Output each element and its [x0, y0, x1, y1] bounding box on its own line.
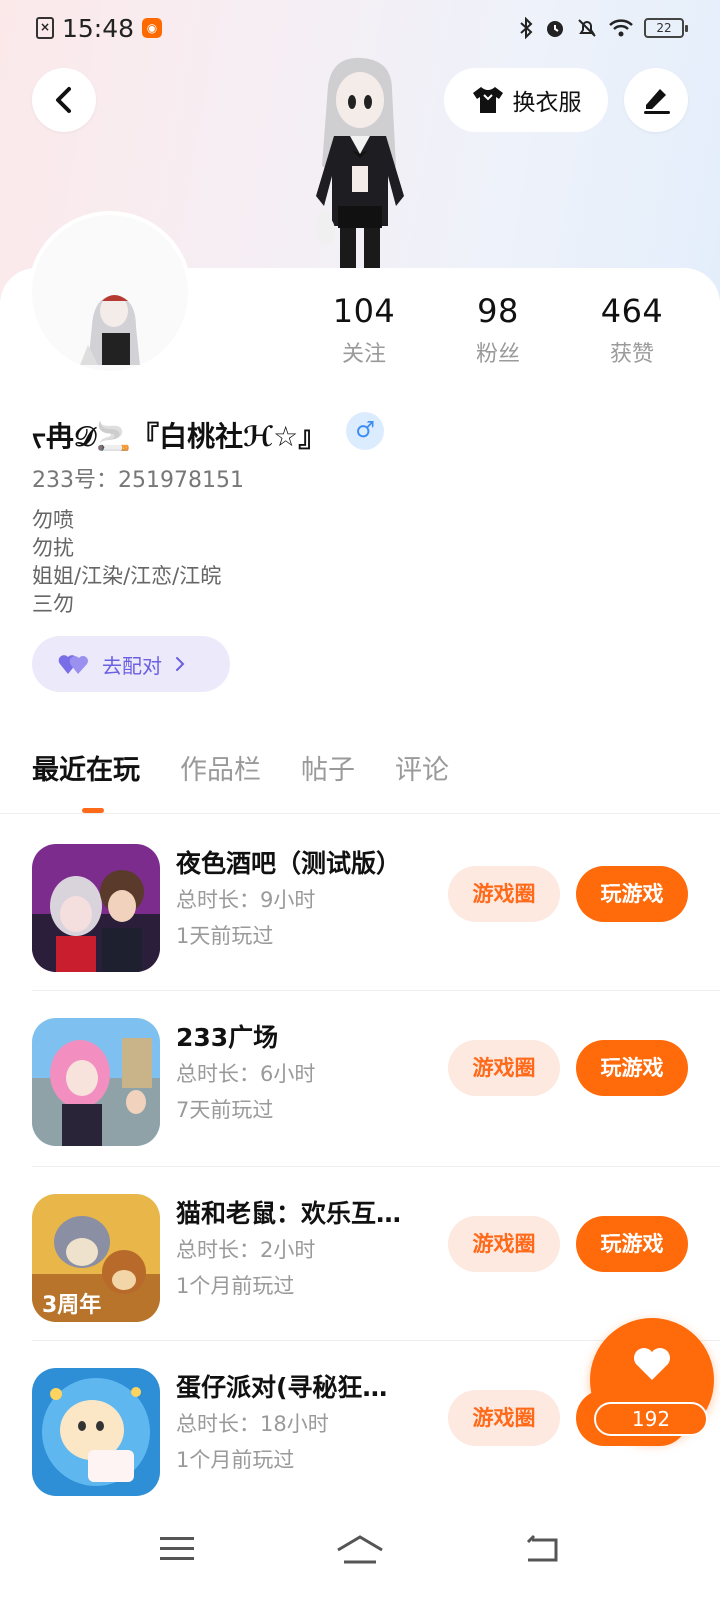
followers-count: 98 [477, 292, 519, 330]
menu-icon [160, 1537, 194, 1560]
bio-line: 勿喷 [32, 508, 74, 532]
bio: 勿喷 勿扰 姐姐/江染/江恋/江皖 三勿 [32, 506, 221, 618]
game-name: 猫和老鼠：欢乐互… [176, 1199, 402, 1228]
back-nav-button[interactable] [524, 1534, 560, 1568]
game-circle-button[interactable]: 游戏圈 [448, 1216, 560, 1272]
following-stat[interactable]: 104 关注 [304, 292, 424, 368]
status-time: 15:48 [62, 13, 135, 43]
edit-profile-button[interactable] [624, 68, 688, 132]
alarm-icon [547, 21, 563, 37]
svg-text:3周年: 3周年 [42, 1292, 101, 1318]
tab-posts[interactable]: 帖子 [301, 748, 355, 787]
likes-label: 获赞 [609, 342, 654, 367]
game-last-played: 1天前玩过 [176, 924, 274, 948]
game-thumbnail[interactable] [32, 1368, 160, 1496]
game-name: 蛋仔派对(寻秘狂… [176, 1373, 388, 1402]
likes-stat[interactable]: 464 获赞 [572, 292, 692, 368]
username: ᡕ冉𝒟🚬『白桃社ℋ☆』 [32, 420, 327, 453]
followers-stat[interactable]: 98 粉丝 [438, 292, 558, 368]
pair-button[interactable]: 去配对 [32, 636, 230, 692]
bio-line: 姐姐/江染/江恋/江皖 [32, 564, 222, 588]
username-row: ᡕ冉𝒟🚬『白桃社ℋ☆』 ♂ [32, 406, 385, 455]
game-duration: 总时长：18小时 [176, 1412, 329, 1436]
game-circle-button[interactable]: 游戏圈 [448, 1040, 560, 1096]
chevron-left-icon [56, 87, 71, 113]
following-count: 104 [332, 292, 396, 330]
change-outfit-label: 换衣服 [512, 90, 582, 116]
game-duration: 总时长：9小时 [176, 888, 316, 912]
tab-recently-played[interactable]: 最近在玩 [32, 748, 140, 787]
user-id[interactable]: 233号：251978151 [32, 462, 244, 494]
game-last-played: 7天前玩过 [176, 1098, 274, 1122]
game-name: 233广场 [176, 1023, 279, 1052]
game-duration: 总时长：6小时 [176, 1062, 316, 1086]
bluetooth-icon [520, 17, 533, 39]
profile-tabs: 最近在玩 作品栏 帖子 评论 [32, 748, 449, 787]
game-list-item[interactable]: 3周年 猫和老鼠：欢乐互… 总时长：2小时 1个月前玩过 游戏圈 玩游戏 [0, 1178, 720, 1354]
back-arrow-icon [526, 1534, 558, 1562]
home-icon [337, 1535, 383, 1564]
game-duration: 总时长：2小时 [176, 1238, 316, 1262]
row-divider [32, 990, 720, 991]
tabs-divider [0, 813, 720, 814]
pen-icon [644, 89, 670, 114]
pair-button-label: 去配对 [102, 653, 162, 678]
game-name: 夜色酒吧（测试版） [176, 849, 402, 878]
likes-count: 464 [600, 292, 664, 330]
following-label: 关注 [341, 342, 386, 367]
play-game-button[interactable]: 玩游戏 [576, 1040, 688, 1096]
game-circle-button[interactable]: 游戏圈 [448, 1390, 560, 1446]
avatar[interactable] [32, 215, 188, 371]
tshirt-icon [472, 87, 503, 113]
chevron-right-icon [176, 657, 185, 671]
gender-male-icon: ♂ [346, 411, 385, 450]
double-heart-icon [58, 655, 88, 674]
bio-line: 三勿 [32, 592, 74, 616]
tab-works[interactable]: 作品栏 [180, 748, 261, 787]
system-nav-bar [0, 1516, 720, 1600]
back-button[interactable] [32, 68, 96, 132]
game-last-played: 1个月前玩过 [176, 1274, 295, 1298]
heart-icon [634, 1348, 670, 1380]
sim-card-icon: × [36, 17, 54, 39]
game-thumbnail[interactable] [32, 844, 160, 972]
row-divider [32, 1166, 720, 1167]
tab-comments[interactable]: 评论 [395, 748, 449, 787]
mute-icon [578, 19, 596, 37]
change-outfit-button[interactable]: 换衣服 [444, 68, 608, 132]
menu-nav-button[interactable] [160, 1534, 194, 1568]
status-bar: × 15:48 ◉ 22 [0, 0, 720, 56]
like-count: 192 [594, 1402, 708, 1436]
game-list-item[interactable]: 233广场 总时长：6小时 7天前玩过 游戏圈 玩游戏 [0, 1002, 720, 1178]
game-thumbnail[interactable]: 3周年 [32, 1194, 160, 1322]
bio-line: 勿扰 [32, 536, 74, 560]
game-thumbnail[interactable] [32, 1018, 160, 1146]
game-list-item[interactable]: 夜色酒吧（测试版） 总时长：9小时 1天前玩过 游戏圈 玩游戏 [0, 828, 720, 1004]
battery-indicator: 22 [644, 18, 688, 38]
avatar-character-figure [292, 56, 428, 268]
app-notification-icon: ◉ [142, 18, 163, 38]
game-last-played: 1个月前玩过 [176, 1448, 295, 1472]
play-game-button[interactable]: 玩游戏 [576, 866, 688, 922]
home-nav-button[interactable] [336, 1534, 384, 1570]
game-circle-button[interactable]: 游戏圈 [448, 866, 560, 922]
wifi-icon [609, 19, 633, 37]
followers-label: 粉丝 [475, 342, 520, 367]
play-game-button[interactable]: 玩游戏 [576, 1216, 688, 1272]
